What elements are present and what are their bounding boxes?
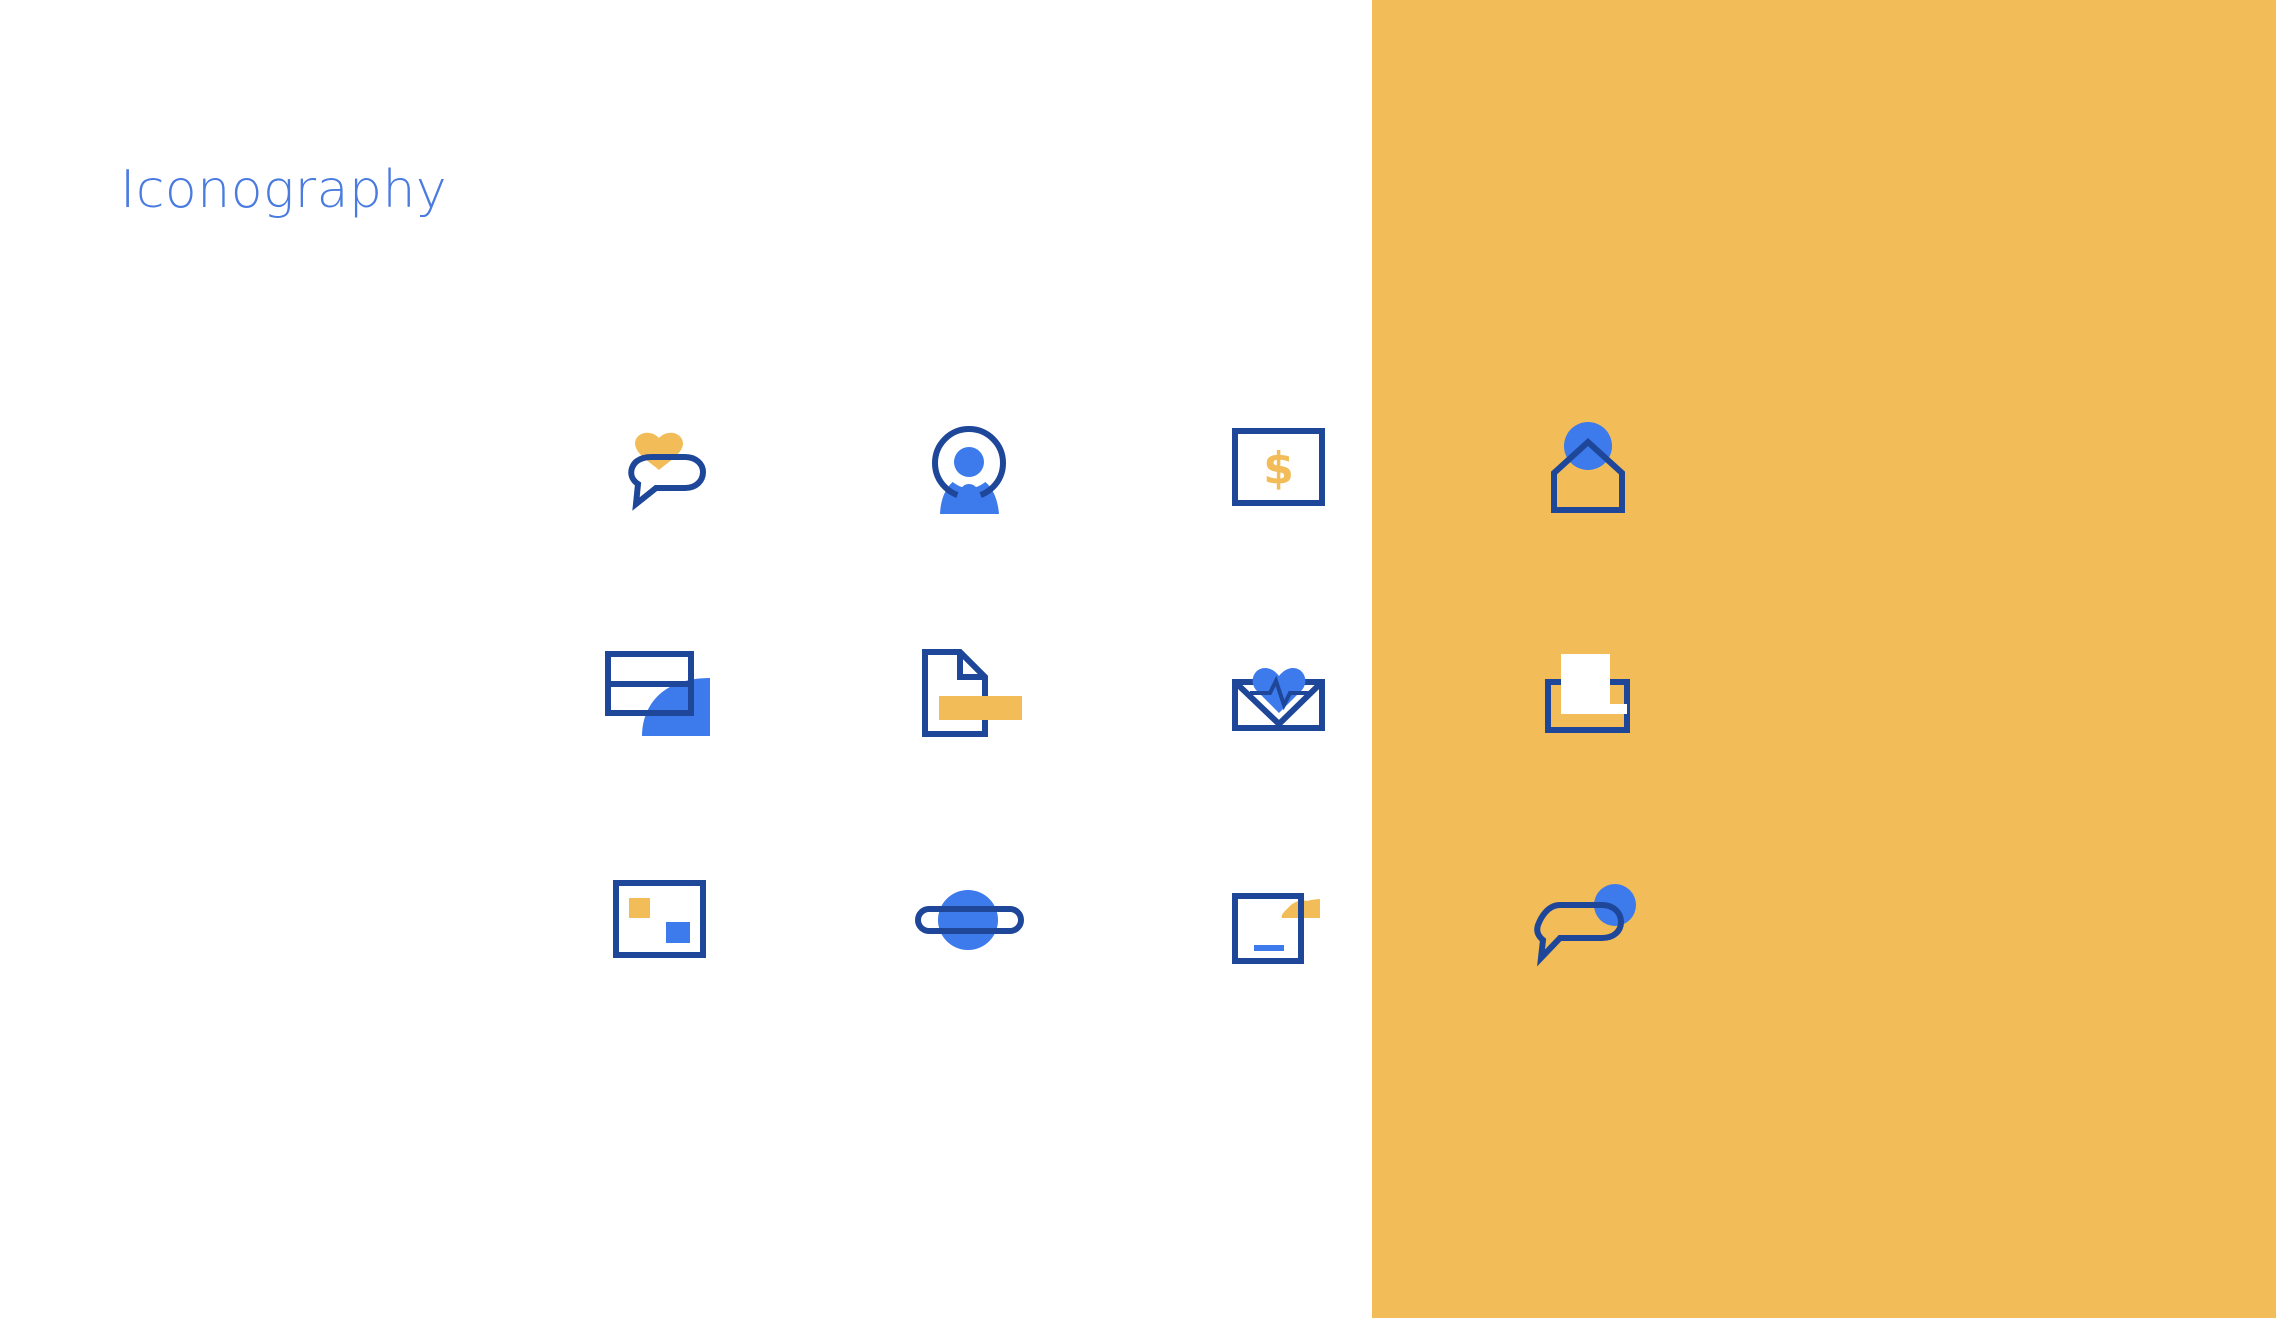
yellow-background-panel <box>1372 0 2276 1318</box>
house-icon <box>1551 422 1625 513</box>
page-title: Iconography <box>120 160 448 220</box>
planet-icon <box>915 890 1024 950</box>
credit-card-icon <box>605 651 710 736</box>
picture-frame-icon <box>613 880 706 958</box>
document-icon <box>922 649 1022 737</box>
folder-icon <box>1545 654 1630 733</box>
dollar-sign: $ <box>1263 443 1294 494</box>
user-avatar-icon <box>932 426 1006 514</box>
chat-bubble-icon <box>1534 884 1636 967</box>
note-box-icon <box>1232 893 1320 964</box>
health-envelope-icon <box>1232 668 1325 731</box>
dollar-bill-icon: $ <box>1232 428 1325 506</box>
chat-heart-icon <box>628 432 707 511</box>
